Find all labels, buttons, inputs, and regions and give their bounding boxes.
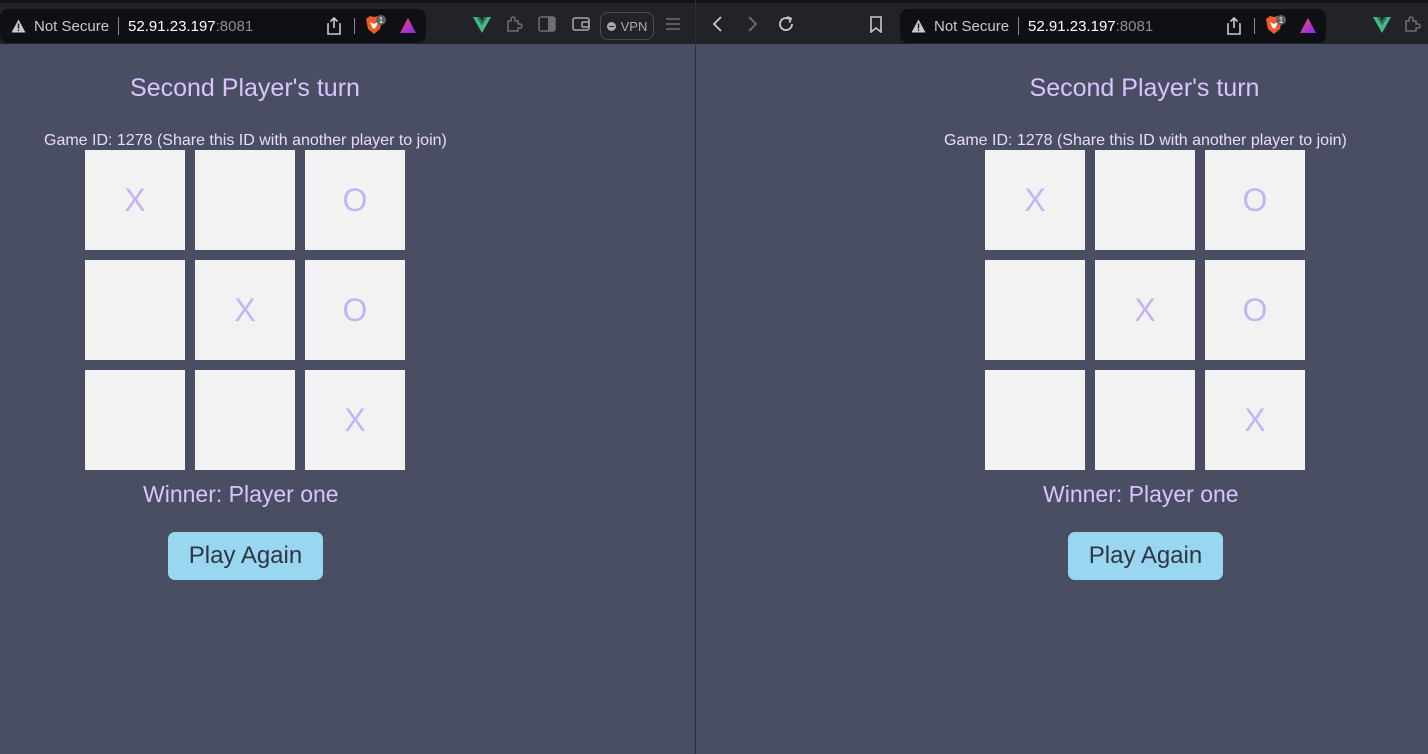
play-again-button[interactable]: Play Again — [1068, 532, 1223, 580]
triangle-rewards-icon[interactable] — [1299, 17, 1317, 34]
game-id-text: Game ID: 1278 (Share this ID with anothe… — [44, 132, 447, 149]
board-cell[interactable] — [985, 260, 1085, 360]
board-cell[interactable] — [85, 260, 185, 360]
board-cell[interactable]: O — [305, 150, 405, 250]
browser-window-left: Not Secure 52.91.23.197 :8081 1 VPN Seco… — [0, 0, 695, 754]
menu-icon[interactable] — [663, 14, 683, 34]
turn-indicator: Second Player's turn — [1029, 74, 1260, 102]
back-icon[interactable] — [708, 14, 728, 34]
browser-toolbar: Not Secure 52.91.23.197 :8081 1 — [0, 0, 695, 44]
board-cell[interactable] — [1095, 150, 1195, 250]
turn-indicator: Second Player's turn — [130, 74, 360, 102]
board-cell[interactable]: X — [195, 260, 295, 360]
board-cell[interactable]: X — [305, 370, 405, 470]
winner-text: Winner: Player one — [143, 481, 339, 507]
game-id-text: Game ID: 1278 (Share this ID with anothe… — [944, 132, 1347, 149]
share-icon[interactable] — [1226, 16, 1242, 35]
separator — [1018, 17, 1020, 35]
board-cell[interactable] — [195, 370, 295, 470]
url-host: 52.91.23.197 — [128, 17, 216, 35]
brave-shield-icon[interactable]: 1 — [364, 15, 386, 37]
board-cell[interactable] — [195, 150, 295, 250]
forward-icon[interactable] — [742, 14, 762, 34]
board-cell[interactable] — [985, 370, 1085, 470]
board-cell[interactable]: X — [85, 150, 185, 250]
separator — [354, 18, 355, 34]
browser-toolbar: Not Secure 52.91.23.197 :8081 1 — [696, 0, 1428, 44]
url-port: :8081 — [215, 17, 254, 35]
board-cell[interactable]: X — [985, 150, 1085, 250]
board-cell[interactable]: X — [1095, 260, 1195, 360]
board-cell[interactable]: O — [1205, 260, 1305, 360]
wallet-icon[interactable] — [571, 14, 591, 34]
separator — [1254, 18, 1255, 34]
vue-devtools-icon[interactable] — [472, 15, 492, 35]
svg-text:1: 1 — [379, 16, 384, 25]
winner-text: Winner: Player one — [1043, 481, 1239, 507]
vpn-status-icon — [606, 21, 616, 31]
vpn-label: VPN — [620, 18, 648, 34]
board-cell[interactable] — [1095, 370, 1195, 470]
vpn-button[interactable]: VPN — [600, 12, 654, 40]
board-cell[interactable]: O — [1205, 150, 1305, 250]
brave-shield-icon[interactable]: 1 — [1264, 15, 1286, 37]
game-board: X O X O X — [985, 150, 1305, 470]
browser-window-right: Not Secure 52.91.23.197 :8081 1 Second P… — [696, 0, 1428, 754]
svg-text:1: 1 — [1279, 16, 1284, 25]
game-board: X O X O X — [85, 150, 405, 470]
url-host: 52.91.23.197 — [1028, 17, 1116, 35]
triangle-rewards-icon[interactable] — [399, 17, 417, 34]
board-cell[interactable] — [85, 370, 185, 470]
bookmark-icon[interactable] — [866, 14, 886, 34]
separator — [118, 17, 120, 35]
share-icon[interactable] — [326, 16, 342, 35]
vue-devtools-icon[interactable] — [1372, 15, 1392, 35]
board-cell[interactable]: X — [1205, 370, 1305, 470]
reload-icon[interactable] — [776, 14, 796, 34]
url-port: :8081 — [1115, 17, 1154, 35]
extensions-icon[interactable] — [1402, 14, 1422, 34]
address-bar[interactable]: Not Secure 52.91.23.197 :8081 1 — [0, 9, 426, 43]
extensions-icon[interactable] — [504, 14, 524, 34]
board-cell[interactable]: O — [305, 260, 405, 360]
warning-icon — [910, 18, 926, 34]
sidebar-icon[interactable] — [537, 14, 557, 34]
security-label: Not Secure — [34, 17, 110, 35]
security-label: Not Secure — [934, 17, 1010, 35]
play-again-button[interactable]: Play Again — [168, 532, 323, 580]
warning-icon — [10, 18, 26, 34]
address-bar[interactable]: Not Secure 52.91.23.197 :8081 1 — [900, 9, 1326, 43]
